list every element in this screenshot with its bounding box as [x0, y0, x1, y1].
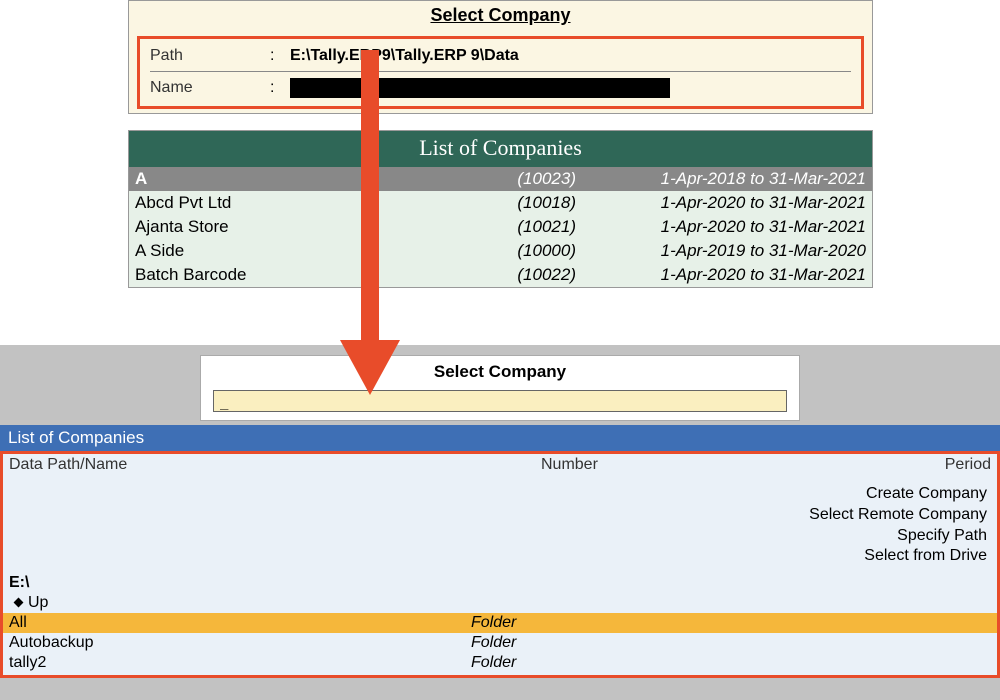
company-name: A — [135, 169, 496, 189]
company-row[interactable]: Ajanta Store (10021) 1-Apr-2020 to 31-Ma… — [129, 215, 872, 239]
folder-row[interactable]: tally2 Folder — [3, 653, 997, 673]
list-title: List of Companies — [0, 425, 1000, 451]
header-name: Data Path/Name — [9, 456, 541, 474]
folder-name: Autobackup — [9, 634, 471, 652]
option-select-remote-company[interactable]: Select Remote Company — [3, 505, 987, 526]
company-list-body: Abcd Pvt Ltd (10018) 1-Apr-2020 to 31-Ma… — [129, 191, 872, 287]
folder-row[interactable]: Autobackup Folder — [3, 633, 997, 653]
folder-name: tally2 — [9, 654, 471, 672]
company-number: (10023) — [496, 169, 586, 189]
company-name: Batch Barcode — [135, 265, 496, 285]
company-period: 1-Apr-2018 to 31-Mar-2021 — [586, 169, 866, 189]
diamond-icon — [14, 598, 24, 608]
folder-name: All — [9, 614, 471, 632]
path-label: Path — [150, 47, 270, 65]
list-box-highlight: Data Path/Name Number Period Create Comp… — [0, 451, 1000, 678]
name-label: Name — [150, 79, 270, 97]
select-company-panel-top: Select Company Path : E:\Tally.ERP9\Tall… — [128, 0, 873, 114]
panel-title: Select Company — [129, 1, 872, 36]
option-create-company[interactable]: Create Company — [3, 484, 987, 505]
input-value: _ — [220, 394, 228, 410]
option-select-from-drive[interactable]: Select from Drive — [3, 546, 987, 567]
folder-type: Folder — [471, 634, 991, 652]
company-period: 1-Apr-2020 to 31-Mar-2021 — [586, 265, 866, 285]
path-row: Path : E:\Tally.ERP9\Tally.ERP 9\Data — [150, 45, 851, 67]
company-number: (10018) — [496, 193, 586, 213]
company-row[interactable]: Abcd Pvt Ltd (10018) 1-Apr-2020 to 31-Ma… — [129, 191, 872, 215]
company-name: Ajanta Store — [135, 217, 496, 237]
folder-row[interactable]: All Folder — [3, 613, 997, 633]
company-number: (10021) — [496, 217, 586, 237]
company-period: 1-Apr-2019 to 31-Mar-2020 — [586, 241, 866, 261]
company-number: (10000) — [496, 241, 586, 261]
select-company-panel-bottom: Select Company _ — [200, 355, 800, 421]
company-row-selected[interactable]: A (10023) 1-Apr-2018 to 31-Mar-2021 — [129, 167, 872, 191]
company-row[interactable]: Batch Barcode (10022) 1-Apr-2020 to 31-M… — [129, 263, 872, 287]
company-row[interactable]: A Side (10000) 1-Apr-2019 to 31-Mar-2020 — [129, 239, 872, 263]
action-options: Create Company Select Remote Company Spe… — [3, 476, 997, 573]
company-period: 1-Apr-2020 to 31-Mar-2021 — [586, 217, 866, 237]
up-row[interactable]: Up — [3, 593, 997, 613]
panel-title: Select Company — [201, 360, 799, 390]
name-row: Name : — [150, 76, 851, 100]
separator: : — [270, 47, 290, 65]
divider — [150, 71, 851, 72]
option-specify-path[interactable]: Specify Path — [3, 526, 987, 547]
up-label: Up — [28, 594, 48, 611]
list-headers: Data Path/Name Number Period — [3, 454, 997, 476]
company-name: A Side — [135, 241, 496, 261]
search-input[interactable]: _ — [213, 390, 787, 412]
path-name-highlight-box: Path : E:\Tally.ERP9\Tally.ERP 9\Data Na… — [137, 36, 864, 109]
path-value: E:\Tally.ERP9\Tally.ERP 9\Data — [290, 47, 851, 65]
name-input[interactable] — [290, 78, 670, 98]
company-name: Abcd Pvt Ltd — [135, 193, 496, 213]
company-list-title: List of Companies — [129, 131, 872, 167]
folder-type: Folder — [471, 614, 991, 632]
folder-type: Folder — [471, 654, 991, 672]
bottom-company-list: List of Companies Data Path/Name Number … — [0, 425, 1000, 678]
company-list-panel: List of Companies A (10023) 1-Apr-2018 t… — [128, 130, 873, 288]
company-number: (10022) — [496, 265, 586, 285]
drive-row[interactable]: E:\ — [3, 573, 997, 593]
separator: : — [270, 79, 290, 97]
company-period: 1-Apr-2020 to 31-Mar-2021 — [586, 193, 866, 213]
header-period: Period — [741, 456, 991, 474]
header-number: Number — [541, 456, 741, 474]
